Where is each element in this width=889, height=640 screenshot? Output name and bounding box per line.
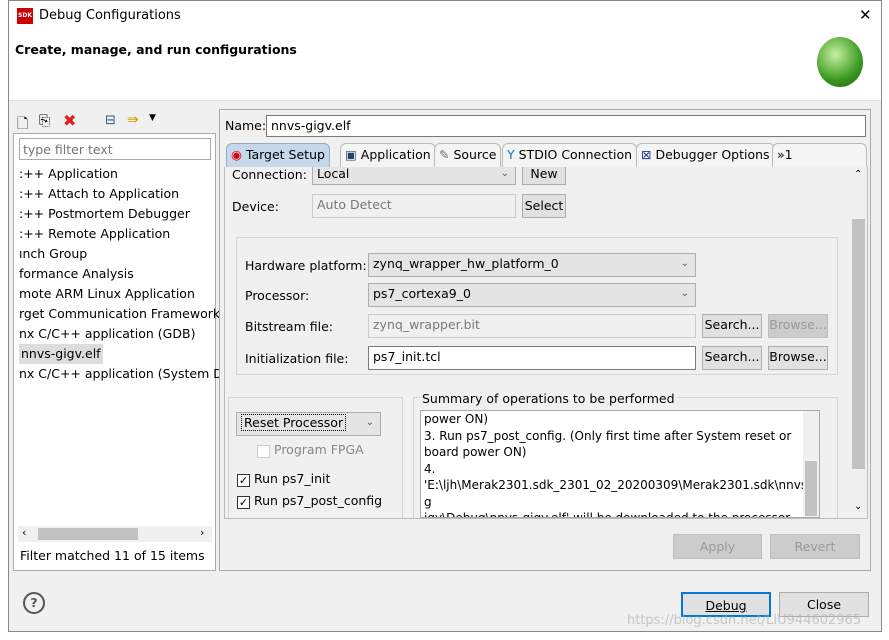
dialog-header: Create, manage, and run configurations [9,31,881,101]
list-item[interactable]: ınch Group [19,244,87,264]
hw-platform-label: Hardware platform: [245,258,367,273]
hw-platform-select[interactable]: zynq_wrapper_hw_platform_0 ⌄ [368,253,696,277]
connection-icon: Y [507,147,515,162]
sdk-app-icon: SDK [17,8,33,24]
horizontal-scrollbar[interactable]: ‹ › [18,526,212,542]
connection-label: Connection: [232,167,307,182]
delete-icon[interactable]: ✖ [63,111,76,130]
run-post-config-checkbox[interactable]: ✓ [237,496,250,509]
target-icon: ◉ [231,147,242,162]
processor-select[interactable]: ps7_cortexa9_0 ⌄ [368,283,696,307]
tab-target-setup[interactable]: ◉ Target Setup [226,143,330,167]
init-search-button[interactable]: Search... [702,346,762,370]
list-item[interactable]: :++ Application [19,164,118,184]
init-file-label: Initialization file: [245,351,349,366]
name-label: Name: [225,118,267,133]
watermark: https://blog.csdn.net/LIU944602965 [627,613,862,628]
connection-select[interactable]: Local ⌄ [312,167,516,185]
bug-icon [817,37,863,87]
tab-source[interactable]: ✎ Source [434,143,502,167]
bitstream-input[interactable]: zynq_wrapper.bit [368,314,696,338]
revert-button[interactable]: Revert [770,534,860,559]
run-init-checkbox[interactable]: ✓ [237,474,250,487]
filter-icon[interactable]: ⇛ [127,112,139,128]
device-label: Device: [232,199,279,214]
list-item[interactable]: mote ARM Linux Application [19,284,195,304]
config-list-panel: :++ Application :++ Attach to Applicatio… [13,133,231,571]
header-title: Create, manage, and run configurations [15,42,297,57]
tab-stdio-connection[interactable]: Y STDIO Connection [502,143,638,167]
debug-configurations-dialog: SDK Debug Configurations ✕ Create, manag… [8,0,882,632]
summary-text: power ON) 3. Run ps7_post_config. (Only … [420,410,820,518]
list-item[interactable]: :++ Postmortem Debugger [19,204,190,224]
run-init-label: Run ps7_init [254,471,331,486]
options-group: Reset Processor ⌄ Program FPGA ✓ Run ps7_… [228,397,403,518]
bitstream-label: Bitstream file: [245,319,333,334]
window-title: Debug Configurations [39,8,181,23]
init-browse-button[interactable]: Browse... [768,346,828,370]
chevron-down-icon: ⌄ [680,258,689,269]
scrollbar-thumb[interactable] [852,219,865,469]
chevron-down-icon: ⌄ [500,168,509,179]
duplicate-icon[interactable]: ⎘ [39,113,50,129]
bitstream-browse-button[interactable]: Browse... [768,314,828,338]
processor-label: Processor: [245,288,310,303]
chevron-down-icon: ⌄ [680,288,689,299]
title-bar: SDK Debug Configurations ✕ [9,1,881,31]
init-file-input[interactable]: ps7_init.tcl [368,346,696,370]
bitstream-search-button[interactable]: Search... [702,314,762,338]
list-item[interactable]: rget Communication Framework [19,304,220,324]
name-input[interactable]: nnvs-gigv.elf [266,115,866,137]
summary-title: Summary of operations to be performed [420,391,677,406]
list-item-selected[interactable]: nnvs-gigv.elf [19,344,103,364]
list-item[interactable]: :++ Attach to Application [19,184,179,204]
list-item[interactable]: formance Analysis [19,264,134,284]
dropdown-icon[interactable]: ▼ [149,113,156,123]
tab-application[interactable]: ▣ Application [340,143,436,167]
list-item[interactable]: :++ Remote Application [19,224,170,244]
run-post-config-label: Run ps7_post_config [254,493,383,508]
device-input[interactable]: Auto Detect [312,194,516,218]
vertical-scrollbar[interactable]: ⌃ ⌄ [850,167,867,518]
program-fpga-checkbox[interactable] [257,445,270,458]
hardware-group: Hardware platform: zynq_wrapper_hw_platf… [236,237,838,375]
scrollbar-thumb[interactable] [38,528,138,540]
filter-status: Filter matched 11 of 15 items [20,548,205,563]
window-icon: ▣ [345,147,357,162]
list-item[interactable]: nx C/C++ application (GDB) [19,324,195,344]
tab-more[interactable]: »1 [772,143,867,167]
select-device-button[interactable]: Select [522,194,566,218]
apply-button[interactable]: Apply [673,534,762,559]
debugger-icon: ⊠ [641,147,652,162]
collapse-all-icon[interactable]: ⊟ [105,113,116,128]
filter-input[interactable] [19,138,211,160]
summary-scrollbar[interactable] [803,411,819,517]
target-setup-content: ⌃ ⌄ Connection: Local ⌄ New Device: Auto … [224,167,868,519]
reset-select[interactable]: Reset Processor ⌄ [236,412,381,436]
source-icon: ✎ [439,147,450,162]
program-fpga-label: Program FPGA [274,442,364,457]
config-editor-panel: Name: nnvs-gigv.elf ◉ Target Setup ▣ App… [219,109,871,571]
new-connection-button[interactable]: New [522,167,566,185]
help-button[interactable]: ? [23,592,45,614]
chevron-down-icon: ⌄ [365,417,374,428]
summary-group: Summary of operations to be performed po… [413,391,838,518]
close-icon[interactable]: ✕ [859,6,872,24]
list-item[interactable]: nx C/C++ application (System De [19,364,231,384]
tab-debugger-options[interactable]: ⊠ Debugger Options [636,143,775,167]
